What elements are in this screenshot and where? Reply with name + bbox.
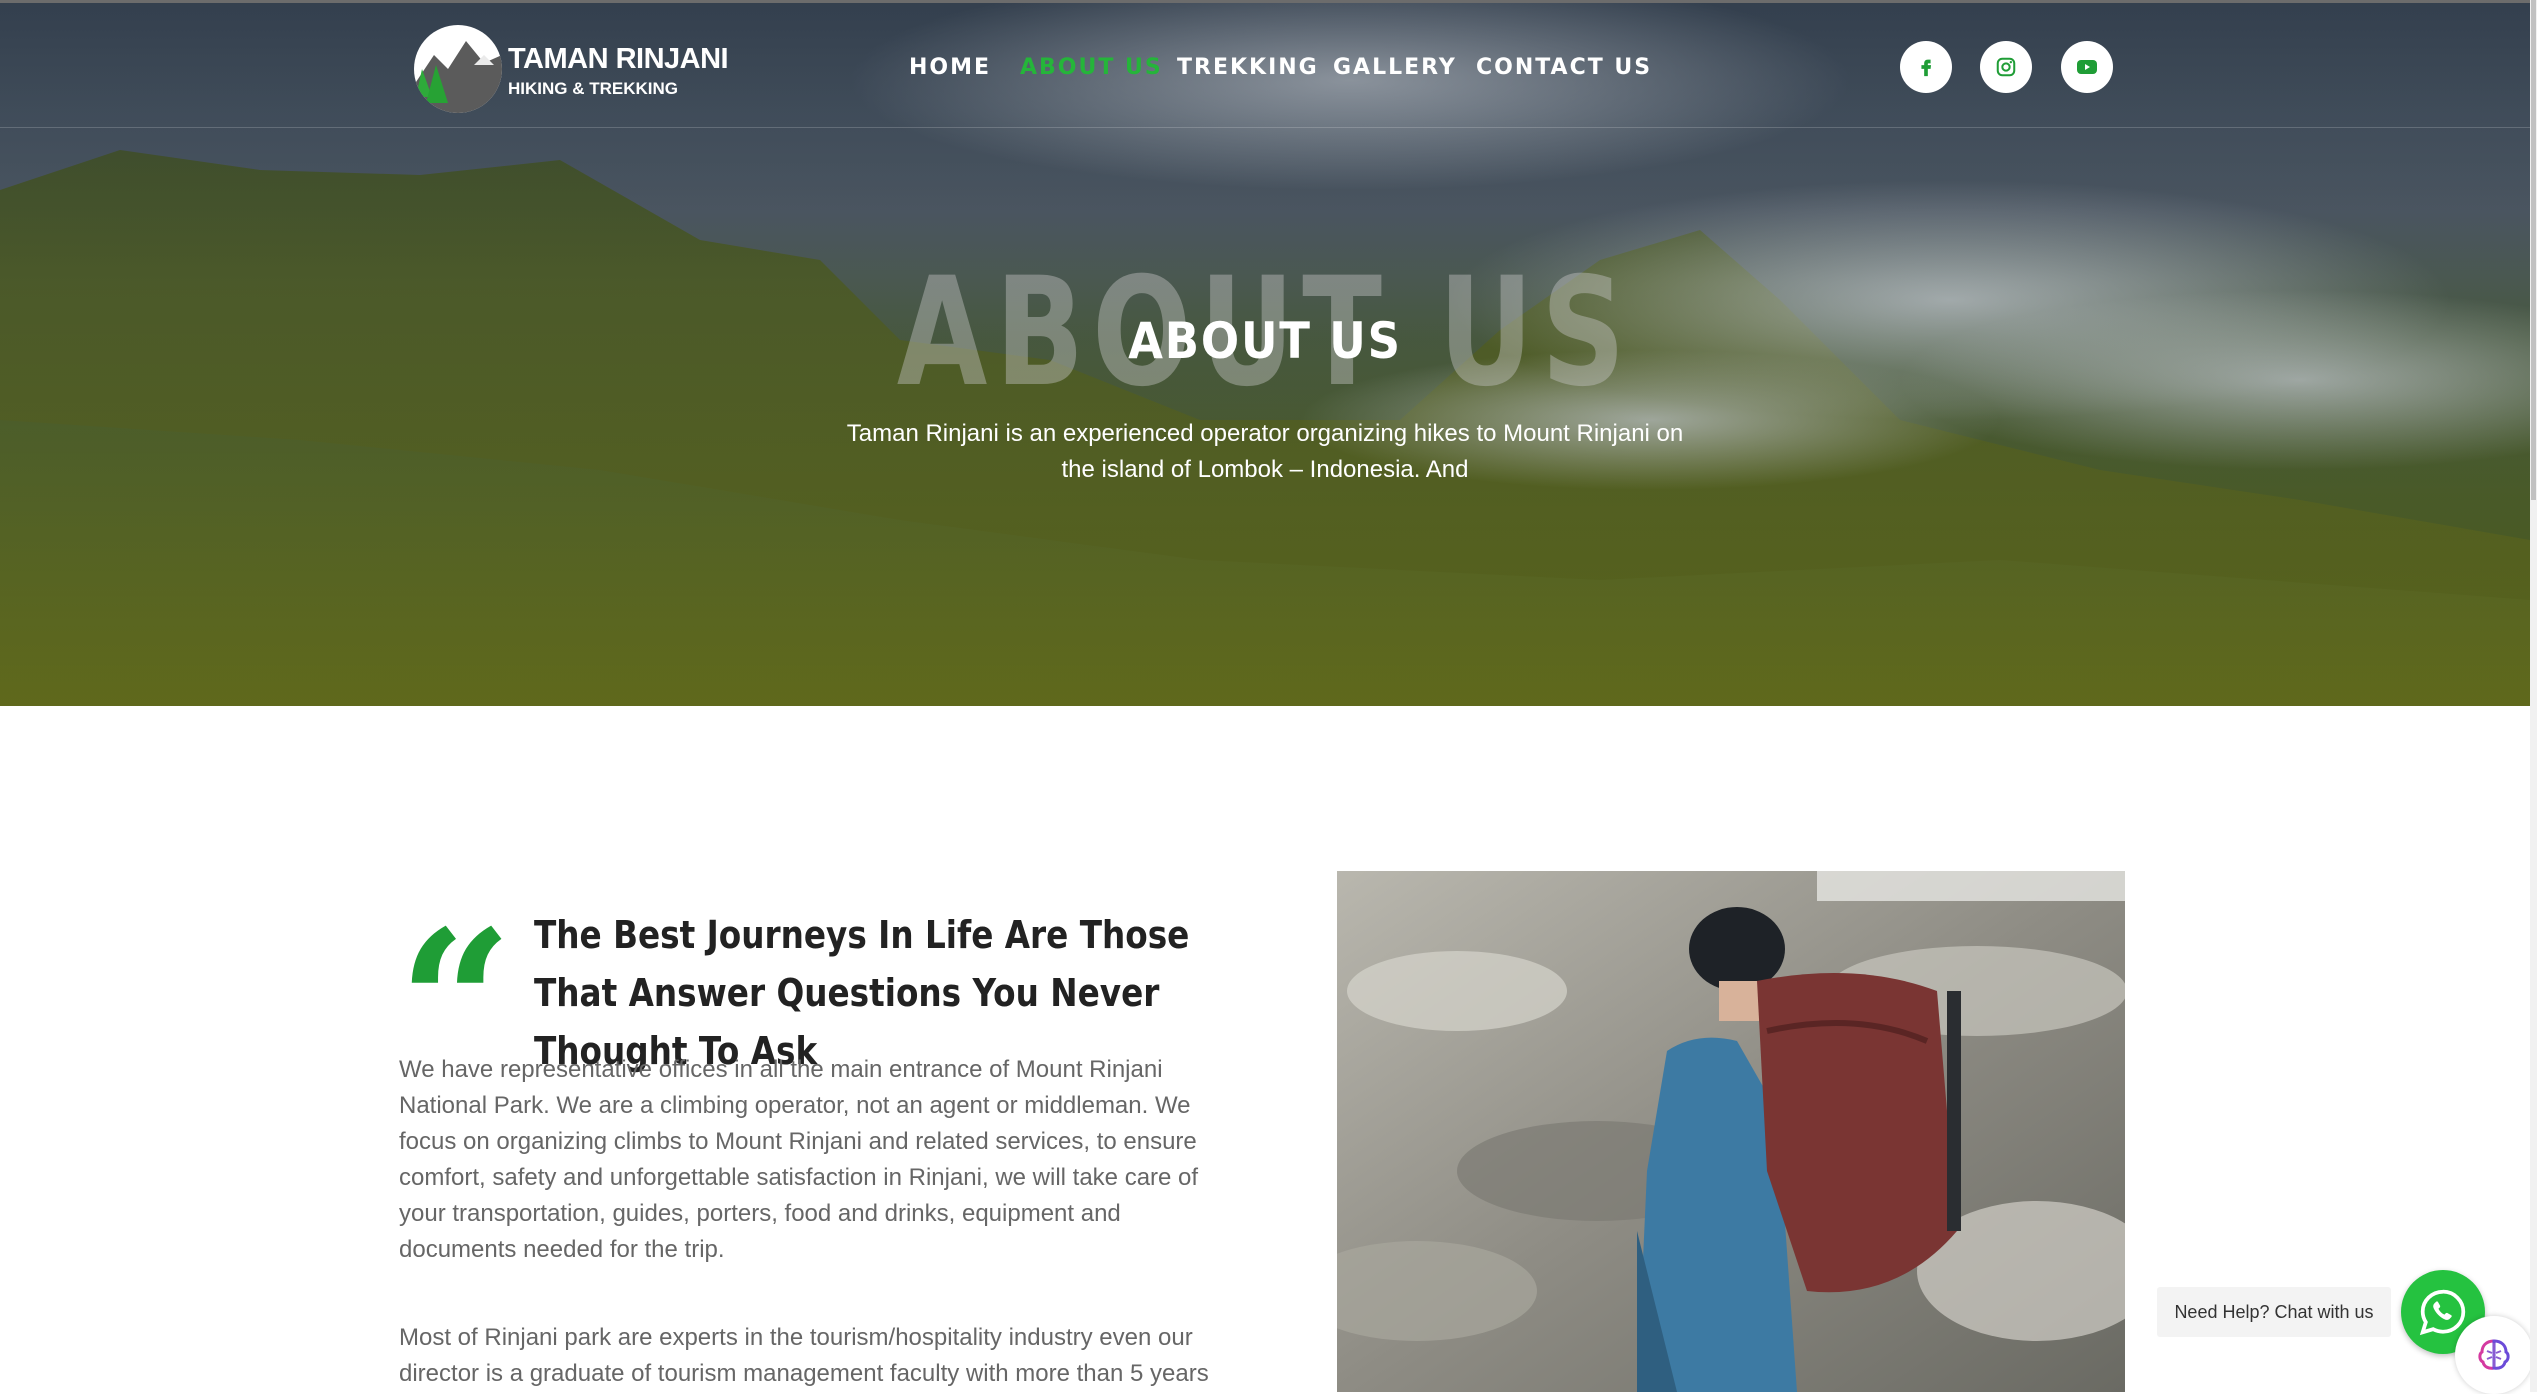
brain-icon (2478, 1339, 2510, 1370)
about-paragraph-2: Most of Rinjani park are experts in the … (399, 1324, 1209, 1387)
site-logo[interactable]: TAMAN RINJANI HIKING & TREKKING (414, 25, 734, 117)
instagram-button[interactable] (1980, 41, 2032, 93)
instagram-icon (1996, 57, 2016, 77)
facebook-icon (1921, 59, 1932, 77)
logo-mountain-icon (414, 25, 502, 113)
about-paragraph-1: We have representative offices in all th… (399, 1056, 1199, 1263)
youtube-button[interactable] (2061, 41, 2113, 93)
page-title: ABOUT US (1128, 312, 1402, 370)
brand-tagline: HIKING & TREKKING (508, 79, 678, 98)
hero-description: Taman Rinjani is an experienced operator… (846, 420, 1684, 483)
youtube-icon (2077, 60, 2097, 74)
nav-home[interactable]: HOME (909, 55, 991, 80)
nav-gallery[interactable]: GALLERY (1333, 55, 1457, 80)
assistant-button[interactable] (2455, 1316, 2533, 1394)
nav-trekking[interactable]: TREKKING (1177, 55, 1319, 80)
hero-banner: TAMAN RINJANI HIKING & TREKKING HOME ABO… (0, 0, 2530, 706)
scrollbar-thumb[interactable] (2531, 0, 2536, 500)
hiker-image (1337, 871, 2125, 1392)
brand-name: TAMAN RINJANI (508, 43, 729, 75)
whatsapp-icon (2419, 1289, 2466, 1336)
chat-help-label[interactable]: Need Help? Chat with us (2157, 1287, 2391, 1337)
nav-contact-us[interactable]: CONTACT US (1476, 55, 1652, 80)
facebook-button[interactable] (1900, 41, 1952, 93)
hiker-photo (1337, 871, 2125, 1392)
nav-about-us[interactable]: ABOUT US (1020, 55, 1163, 80)
site-header: TAMAN RINJANI HIKING & TREKKING HOME ABO… (0, 0, 2530, 128)
